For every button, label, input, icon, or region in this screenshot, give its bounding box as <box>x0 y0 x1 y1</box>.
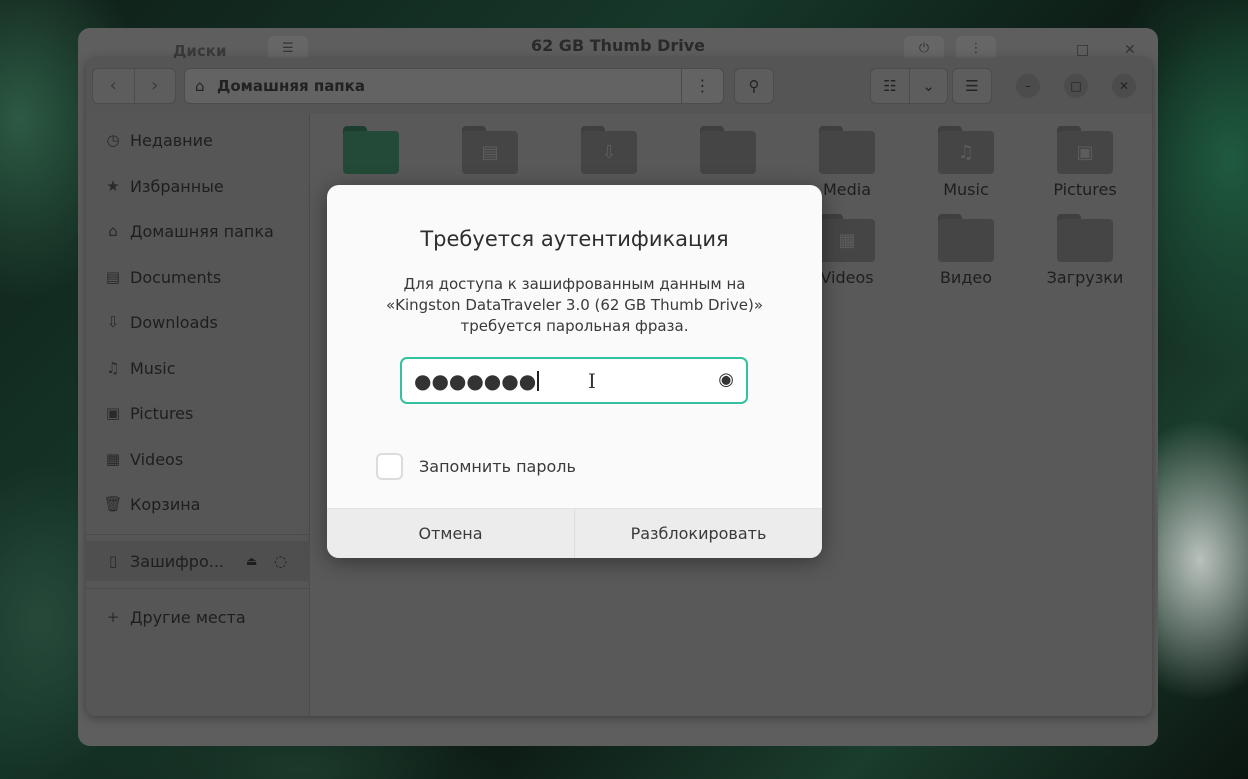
sidebar-item-documents[interactable]: ▤ Documents <box>86 257 310 297</box>
path-label: Домашняя папка <box>217 77 365 95</box>
dialog-message-line: требуется парольная фраза. <box>460 317 689 335</box>
sidebar-separator <box>86 588 310 589</box>
folder-icon <box>343 126 399 174</box>
sidebar-item-home[interactable]: ⌂ Домашняя папка <box>86 211 310 251</box>
search-icon: ⚲ <box>748 77 760 95</box>
folder-label: Pictures <box>1053 180 1117 199</box>
eject-icon[interactable]: ⏏ <box>246 554 257 568</box>
show-password-icon[interactable]: ◉ <box>718 369 734 390</box>
folder-icon <box>938 214 994 262</box>
sidebar-item-trash[interactable]: 🗑 Корзина <box>86 484 310 524</box>
authentication-dialog: Требуется аутентификация Для доступа к з… <box>327 185 822 558</box>
folder-videos-icon: ▦ <box>819 214 875 262</box>
view-dropdown-button[interactable]: ⌄ <box>909 69 947 103</box>
folder-label: Видео <box>939 268 993 287</box>
disks-close-icon[interactable]: ✕ <box>1124 42 1136 58</box>
sidebar-item-music[interactable]: ♫ Music <box>86 348 310 388</box>
headerbar: ‹ › ⌂ Домашняя папка ⋮ ⚲ ☷ ⌄ ☰ – □ ✕ <box>86 58 1152 114</box>
folder-label: Music <box>943 180 989 199</box>
clock-icon: ◷ <box>106 131 120 149</box>
folder-icon <box>1057 214 1113 262</box>
folder-icon <box>819 126 875 174</box>
passphrase-value: ●●●●●●● <box>414 369 540 393</box>
remember-password-row[interactable]: Запомнить пароль <box>376 453 576 480</box>
trash-icon: 🗑 <box>103 495 123 513</box>
folder-pictures[interactable]: ▣ Pictures <box>1035 126 1135 199</box>
sidebar-item-starred[interactable]: ★ Избранные <box>86 166 310 206</box>
sidebar-separator <box>86 534 310 535</box>
sidebar-item-label: Downloads <box>130 312 218 332</box>
folder-label: Загрузки <box>1046 268 1124 287</box>
close-button[interactable]: ✕ <box>1112 74 1136 98</box>
dialog-message: Для доступа к зашифрованным данным на «K… <box>347 274 802 337</box>
back-button[interactable]: ‹ <box>93 69 134 103</box>
dialog-buttons: Отмена Разблокировать <box>327 508 822 558</box>
folder-item[interactable]: ▤ <box>440 126 540 174</box>
sidebar: ◷ Недавние ★ Избранные ⌂ Домашняя папка … <box>86 114 310 716</box>
dialog-message-line: «Kingston DataTraveler 3.0 (62 GB Thumb … <box>385 296 764 314</box>
main-menu-button[interactable]: ☰ <box>952 68 992 104</box>
sidebar-item-label: Недавние <box>130 130 213 150</box>
video-icon: ▦ <box>105 450 121 468</box>
sidebar-item-label: Домашняя папка <box>130 221 274 241</box>
remember-password-checkbox[interactable] <box>376 453 403 480</box>
maximize-button[interactable]: □ <box>1064 74 1088 98</box>
document-icon: ▤ <box>105 268 121 286</box>
folder-video-ru[interactable]: Видео <box>916 214 1016 287</box>
sidebar-item-label: Documents <box>130 267 222 287</box>
disks-window-title: 62 GB Thumb Drive <box>530 36 706 55</box>
cancel-button[interactable]: Отмена <box>327 509 574 558</box>
dialog-title: Требуется аутентификация <box>420 227 729 251</box>
folder-downloads-ru[interactable]: Загрузки <box>1035 214 1135 287</box>
sidebar-item-videos[interactable]: ▦ Videos <box>86 439 310 479</box>
sidebar-item-encrypted-drive[interactable]: ▯ Зашифро... ⏏ ◌ <box>86 541 310 581</box>
usb-drive-icon: ▯ <box>108 552 118 570</box>
passphrase-input[interactable]: ●●●●●●● I ◉ <box>400 357 748 404</box>
home-icon: ⌂ <box>108 222 118 240</box>
folder-music[interactable]: ♫ Music <box>916 126 1016 199</box>
pathbar[interactable]: ⌂ Домашняя папка ⋮ <box>184 68 724 104</box>
sidebar-item-label: Videos <box>130 449 184 469</box>
sidebar-item-label: Зашифро... <box>130 551 224 571</box>
sidebar-item-label: Избранные <box>130 176 224 196</box>
remember-password-label: Запомнить пароль <box>419 457 576 476</box>
path-menu-button[interactable]: ⋮ <box>681 69 723 103</box>
sidebar-item-label: Корзина <box>130 494 201 514</box>
folder-icon <box>700 126 756 174</box>
navigation-buttons: ‹ › <box>92 68 176 104</box>
dialog-message-line: Для доступа к зашифрованным данным на <box>403 275 746 293</box>
star-icon: ★ <box>106 177 120 195</box>
sidebar-item-label: Другие места <box>130 607 246 627</box>
sidebar-item-label: Music <box>130 358 176 378</box>
spinner-icon: ◌ <box>274 552 288 570</box>
folder-downloads-icon: ⇩ <box>581 126 637 174</box>
sidebar-item-other-locations[interactable]: + Другие места <box>86 597 310 637</box>
pictures-icon: ▣ <box>105 404 121 422</box>
view-options: ☷ ⌄ <box>870 68 948 104</box>
sidebar-item-pictures[interactable]: ▣ Pictures <box>86 393 310 433</box>
forward-button[interactable]: › <box>133 69 176 103</box>
folder-item[interactable]: ⇩ <box>559 126 659 174</box>
sidebar-item-label: Pictures <box>130 403 194 423</box>
folder-item[interactable] <box>678 126 778 174</box>
folder-documents-icon: ▤ <box>462 126 518 174</box>
folder-item[interactable] <box>321 126 421 174</box>
download-icon: ⇩ <box>106 313 120 331</box>
plus-icon: + <box>106 608 120 626</box>
music-icon: ♫ <box>106 359 120 377</box>
disks-maximize-icon[interactable]: □ <box>1076 42 1089 58</box>
home-icon: ⌂ <box>195 77 205 95</box>
text-cursor-icon: I <box>588 369 596 393</box>
sidebar-item-downloads[interactable]: ⇩ Downloads <box>86 302 310 342</box>
list-view-button[interactable]: ☷ <box>871 69 909 103</box>
folder-pictures-icon: ▣ <box>1057 126 1113 174</box>
minimize-button[interactable]: – <box>1016 74 1040 98</box>
unlock-button[interactable]: Разблокировать <box>574 509 822 558</box>
folder-music-icon: ♫ <box>938 126 994 174</box>
text-caret <box>537 371 540 391</box>
search-button[interactable]: ⚲ <box>734 68 774 104</box>
sidebar-item-recent[interactable]: ◷ Недавние <box>86 120 310 160</box>
